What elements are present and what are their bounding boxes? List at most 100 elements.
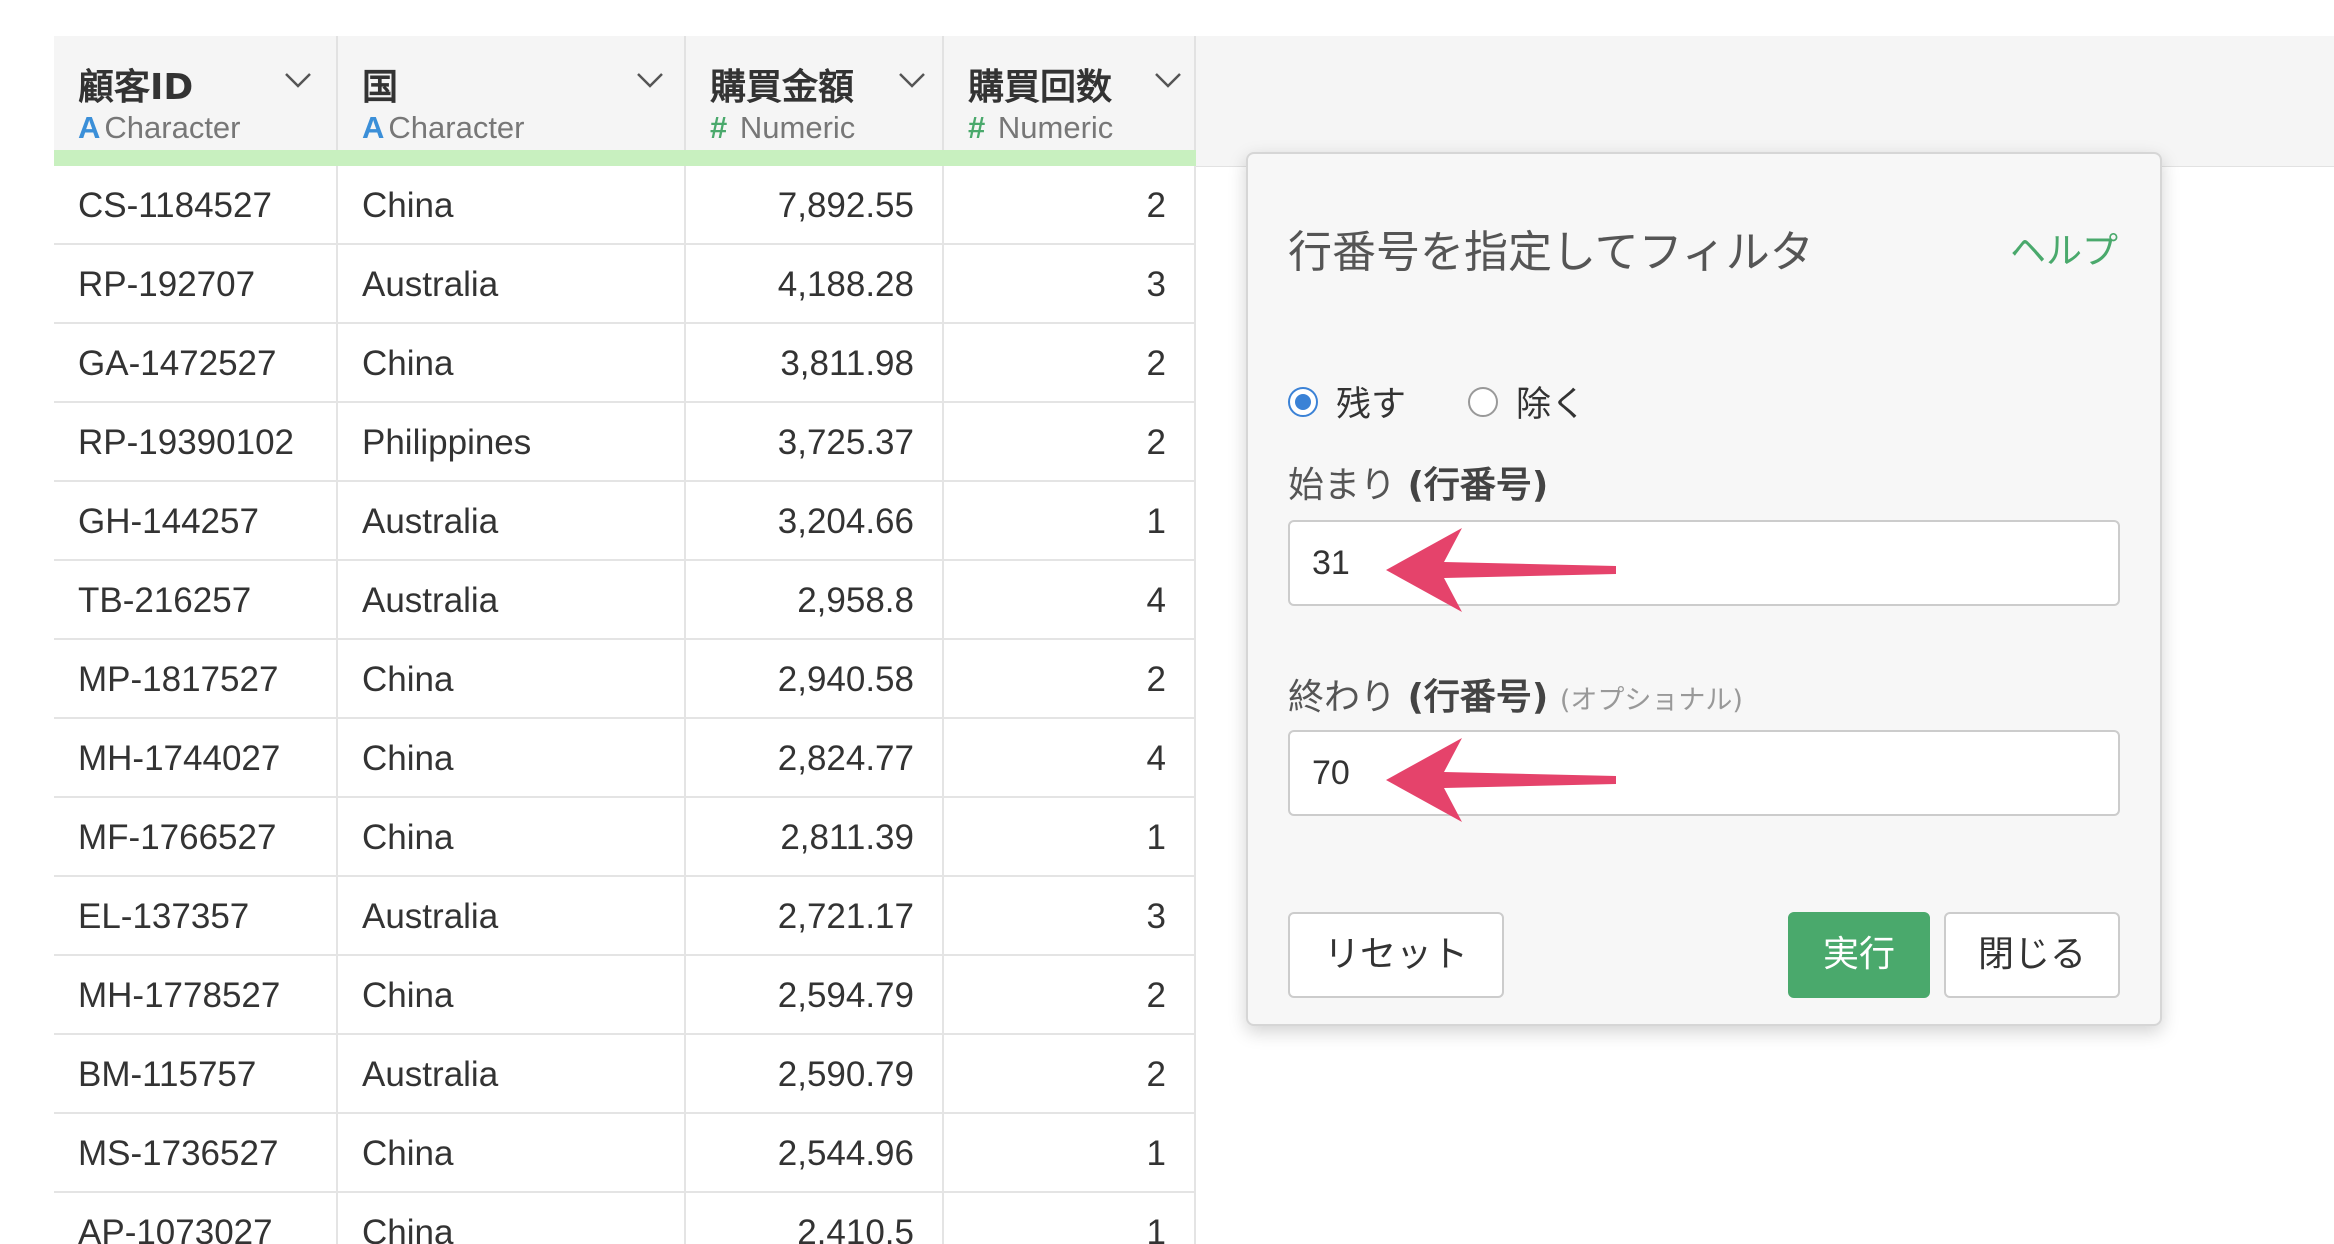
cell-purchase-count[interactable]: 1 bbox=[944, 1114, 1196, 1193]
cell-country[interactable]: China bbox=[338, 640, 686, 719]
cell-country[interactable]: China bbox=[338, 1114, 686, 1193]
column-name: 顧客ID bbox=[78, 67, 194, 108]
cell-purchase-count[interactable]: 3 bbox=[944, 245, 1196, 324]
cell-purchase-amount[interactable]: 3,725.37 bbox=[686, 403, 944, 482]
table-row: RP-192707 Australia 4,188.28 3 bbox=[54, 245, 1196, 324]
radio-unchecked-icon bbox=[1468, 386, 1498, 417]
cell-purchase-amount[interactable]: 2,590.79 bbox=[686, 1035, 944, 1114]
dialog-title: 行番号を指定してフィルタ bbox=[1288, 227, 1814, 278]
cell-customer-id[interactable]: MF-1766527 bbox=[54, 798, 338, 877]
cell-purchase-count[interactable]: 1 bbox=[944, 482, 1196, 561]
cell-country[interactable]: Australia bbox=[338, 561, 686, 640]
cell-purchase-count[interactable]: 4 bbox=[944, 719, 1196, 798]
cell-country[interactable]: Australia bbox=[338, 482, 686, 561]
radio-checked-icon bbox=[1288, 386, 1318, 417]
cell-country[interactable]: China bbox=[338, 798, 686, 877]
cell-country[interactable]: China bbox=[338, 324, 686, 403]
cell-customer-id[interactable]: RP-192707 bbox=[54, 245, 338, 324]
cell-purchase-amount[interactable]: 7,892.55 bbox=[686, 166, 944, 245]
cell-purchase-amount[interactable]: 2,811.39 bbox=[686, 798, 944, 877]
cell-purchase-amount[interactable]: 2,721.17 bbox=[686, 877, 944, 956]
cell-country[interactable]: Australia bbox=[338, 1035, 686, 1114]
column-header-purchase-amount[interactable]: 購買金額 # Numeric bbox=[686, 36, 944, 166]
numeric-type-icon: # bbox=[710, 110, 728, 145]
cell-customer-id[interactable]: MP-1817527 bbox=[54, 640, 338, 719]
radio-exclude[interactable]: 除く bbox=[1468, 376, 1586, 427]
chevron-down-icon[interactable] bbox=[1154, 70, 1182, 90]
table-row: AP-1073027 China 2,410.5 1 bbox=[54, 1193, 1196, 1244]
chevron-down-icon[interactable] bbox=[284, 70, 312, 90]
column-type: A Character bbox=[362, 110, 525, 145]
column-header-country[interactable]: 国 A Character bbox=[338, 36, 686, 166]
column-header-purchase-count[interactable]: 購買回数 # Numeric bbox=[944, 36, 1196, 166]
cell-customer-id[interactable]: RP-19390102 bbox=[54, 403, 338, 482]
table-row: CS-1184527 China 7,892.55 2 bbox=[54, 166, 1196, 245]
cell-customer-id[interactable]: TB-216257 bbox=[54, 561, 338, 640]
cell-purchase-amount[interactable]: 2,410.5 bbox=[686, 1193, 944, 1244]
cell-purchase-count[interactable]: 2 bbox=[944, 956, 1196, 1035]
cell-customer-id[interactable]: BM-115757 bbox=[54, 1035, 338, 1114]
column-name: 購買金額 bbox=[710, 67, 855, 108]
cell-customer-id[interactable]: CS-1184527 bbox=[54, 166, 338, 245]
table-row: GH-144257 Australia 3,204.66 1 bbox=[54, 482, 1196, 561]
table-row: MS-1736527 China 2,544.96 1 bbox=[54, 1114, 1196, 1193]
cell-purchase-count[interactable]: 2 bbox=[944, 1035, 1196, 1114]
cell-country[interactable]: Australia bbox=[338, 245, 686, 324]
table-body: CS-1184527 China 7,892.55 2 RP-192707 Au… bbox=[54, 166, 1196, 1244]
radio-keep[interactable]: 残す bbox=[1288, 376, 1406, 427]
column-name: 国 bbox=[362, 67, 399, 108]
column-quality-bar bbox=[54, 150, 1196, 166]
cell-purchase-amount[interactable]: 2,940.58 bbox=[686, 640, 944, 719]
cell-purchase-amount[interactable]: 2,958.8 bbox=[686, 561, 944, 640]
close-button[interactable]: 閉じる bbox=[1944, 912, 2120, 998]
cell-purchase-amount[interactable]: 2,594.79 bbox=[686, 956, 944, 1035]
column-type: # Numeric bbox=[710, 110, 856, 145]
cell-purchase-count[interactable]: 2 bbox=[944, 324, 1196, 403]
table-row: BM-115757 Australia 2,590.79 2 bbox=[54, 1035, 1196, 1114]
radio-exclude-label: 除く bbox=[1516, 385, 1587, 425]
cell-customer-id[interactable]: MH-1778527 bbox=[54, 956, 338, 1035]
cell-purchase-amount[interactable]: 3,811.98 bbox=[686, 324, 944, 403]
table-row: MH-1744027 China 2,824.77 4 bbox=[54, 719, 1196, 798]
table-row: MP-1817527 China 2,940.58 2 bbox=[54, 640, 1196, 719]
run-button[interactable]: 実行 bbox=[1788, 912, 1930, 998]
help-link[interactable]: ヘルプ bbox=[2010, 222, 2118, 274]
table-row: MH-1778527 China 2,594.79 2 bbox=[54, 956, 1196, 1035]
cell-country[interactable]: China bbox=[338, 1193, 686, 1244]
character-type-icon: A bbox=[78, 110, 101, 145]
cell-purchase-count[interactable]: 2 bbox=[944, 403, 1196, 482]
character-type-icon: A bbox=[362, 110, 385, 145]
cell-country[interactable]: China bbox=[338, 956, 686, 1035]
numeric-type-icon: # bbox=[968, 110, 986, 145]
cell-customer-id[interactable]: GA-1472527 bbox=[54, 324, 338, 403]
chevron-down-icon[interactable] bbox=[636, 70, 664, 90]
cell-purchase-count[interactable]: 1 bbox=[944, 798, 1196, 877]
cell-country[interactable]: Philippines bbox=[338, 403, 686, 482]
cell-customer-id[interactable]: GH-144257 bbox=[54, 482, 338, 561]
cell-country[interactable]: China bbox=[338, 719, 686, 798]
table-header: 顧客ID A Character 国 A Character 購買金額 # Nume… bbox=[54, 36, 1196, 166]
cell-purchase-count[interactable]: 4 bbox=[944, 561, 1196, 640]
chevron-down-icon[interactable] bbox=[898, 70, 926, 90]
radio-keep-label: 残す bbox=[1336, 385, 1407, 425]
annotation-arrow-icon bbox=[1386, 738, 1616, 822]
column-type: # Numeric bbox=[968, 110, 1114, 145]
cell-customer-id[interactable]: MS-1736527 bbox=[54, 1114, 338, 1193]
cell-country[interactable]: Australia bbox=[338, 877, 686, 956]
cell-customer-id[interactable]: AP-1073027 bbox=[54, 1193, 338, 1244]
reset-button[interactable]: リセット bbox=[1288, 912, 1504, 998]
cell-purchase-count[interactable]: 2 bbox=[944, 640, 1196, 719]
cell-customer-id[interactable]: EL-137357 bbox=[54, 877, 338, 956]
cell-purchase-count[interactable]: 2 bbox=[944, 166, 1196, 245]
cell-purchase-amount[interactable]: 4,188.28 bbox=[686, 245, 944, 324]
cell-purchase-amount[interactable]: 3,204.66 bbox=[686, 482, 944, 561]
cell-customer-id[interactable]: MH-1744027 bbox=[54, 719, 338, 798]
cell-purchase-count[interactable]: 1 bbox=[944, 1193, 1196, 1244]
cell-purchase-count[interactable]: 3 bbox=[944, 877, 1196, 956]
data-table: 顧客ID A Character 国 A Character 購買金額 # Nume… bbox=[54, 36, 1196, 1244]
start-row-label: 始まり (行番号) bbox=[1288, 465, 1549, 506]
cell-country[interactable]: China bbox=[338, 166, 686, 245]
cell-purchase-amount[interactable]: 2,544.96 bbox=[686, 1114, 944, 1193]
cell-purchase-amount[interactable]: 2,824.77 bbox=[686, 719, 944, 798]
column-header-customer-id[interactable]: 顧客ID A Character bbox=[54, 36, 338, 166]
